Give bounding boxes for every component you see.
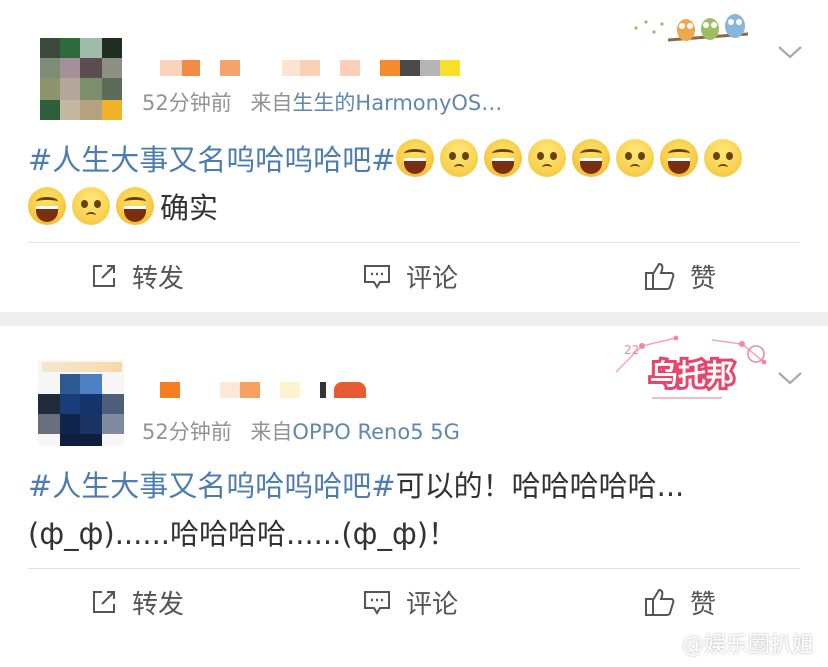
badge-decoration: 22 乌托邦: [615, 335, 767, 399]
comment-label: 评论: [406, 589, 459, 620]
username-redacted[interactable]: [160, 60, 460, 76]
thumbs-up-icon: [645, 262, 675, 290]
owl-decoration-icon: [634, 14, 749, 42]
repost-icon: [93, 265, 115, 287]
comment-icon: [364, 591, 390, 615]
comment-icon: [364, 265, 390, 289]
laughing-emoji: [659, 139, 698, 177]
divider: [28, 568, 800, 569]
svg-text:22: 22: [624, 343, 639, 357]
post-content: #人生大事又名呜哈呜哈吧#可以的！哈哈哈哈哈... (ф_ф)......哈哈哈…: [28, 462, 818, 558]
watermark: @娱乐圈扒姐: [651, 627, 814, 659]
repost-label: 转发: [132, 263, 185, 294]
laughing-emoji: [116, 187, 154, 225]
thumbs-up-icon: [645, 588, 675, 616]
like-button[interactable]: 赞: [644, 246, 716, 306]
post-time: 52分钟前: [142, 91, 232, 115]
comment-label: 评论: [406, 263, 459, 294]
avatar[interactable]: [40, 38, 122, 120]
post-time: 52分钟前: [142, 420, 232, 444]
post-meta: 52分钟前 来自生生的HarmonyOS…: [142, 87, 502, 117]
comment-button[interactable]: 评论: [362, 572, 458, 632]
laughing-emoji: [28, 187, 66, 225]
post-text-line1: 可以的！哈哈哈哈哈...: [395, 469, 685, 503]
post-source[interactable]: OPPO Reno5 5G: [292, 420, 459, 444]
weibo-logo-icon: [651, 634, 678, 653]
post-content: #人生大事又名呜哈呜哈吧# 确实: [28, 136, 818, 232]
repost-button[interactable]: 转发: [90, 572, 184, 632]
chevron-down-icon[interactable]: [776, 368, 804, 388]
repost-button[interactable]: 转发: [90, 246, 184, 306]
weibo-post-2: 52分钟前 来自OPPO Reno5 5G 22 乌托邦 #人生大事又名呜哈呜哈…: [0, 326, 828, 667]
like-button[interactable]: 赞: [644, 572, 716, 632]
divider: [28, 242, 800, 243]
avatar[interactable]: [38, 360, 124, 446]
watermark-text: @娱乐圈扒姐: [681, 633, 814, 658]
post-text-line2: (ф_ф)......哈哈哈哈......(ф_ф)！: [28, 517, 458, 551]
action-bar: 转发 评论 赞: [0, 246, 828, 306]
sad-emoji: [527, 139, 566, 177]
hashtag-link[interactable]: #人生大事又名呜哈呜哈吧#: [28, 469, 396, 503]
post-meta: 52分钟前 来自OPPO Reno5 5G: [142, 416, 460, 446]
source-prefix: 来自: [250, 420, 293, 444]
hashtag-link[interactable]: #人生大事又名呜哈呜哈吧#: [28, 143, 396, 177]
sad-emoji: [703, 139, 742, 177]
weibo-post-1: 52分钟前 来自生生的HarmonyOS… #人生大事又名呜哈呜哈吧# 确实 转…: [0, 0, 828, 312]
sad-emoji: [72, 187, 110, 225]
laughing-emoji: [571, 139, 610, 177]
like-label: 赞: [690, 589, 717, 620]
like-label: 赞: [690, 263, 717, 294]
sad-emoji: [439, 139, 478, 177]
badge-label: 乌托邦: [650, 358, 734, 391]
sad-emoji: [615, 139, 654, 177]
post-text: 确实: [160, 191, 219, 225]
laughing-emoji: [483, 139, 522, 177]
repost-icon: [93, 591, 115, 613]
repost-label: 转发: [132, 589, 185, 620]
post-source[interactable]: 生生的HarmonyOS…: [292, 91, 502, 115]
laughing-emoji: [395, 139, 434, 177]
username-redacted[interactable]: [160, 382, 380, 398]
source-prefix: 来自: [250, 91, 293, 115]
comment-button[interactable]: 评论: [362, 246, 458, 306]
action-bar: 转发 评论 赞: [0, 572, 828, 632]
chevron-down-icon[interactable]: [776, 42, 804, 62]
